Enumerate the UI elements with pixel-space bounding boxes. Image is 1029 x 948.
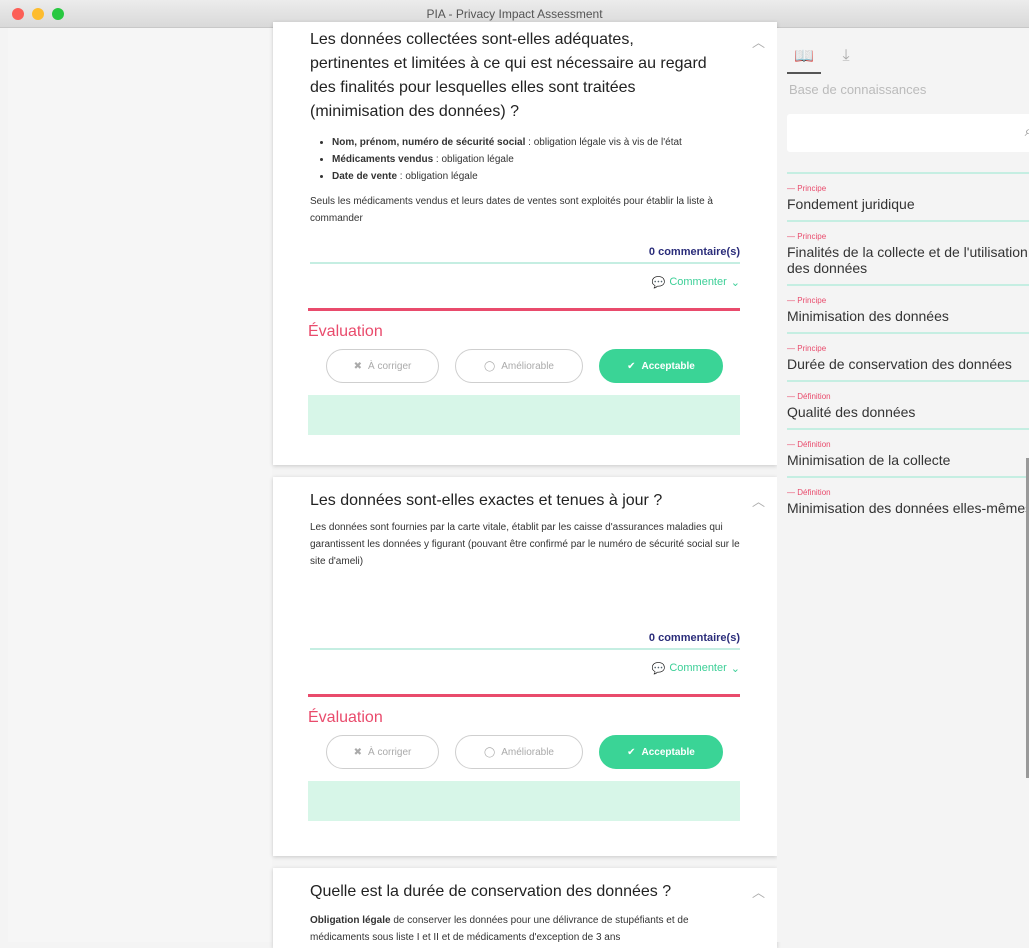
- answer-paragraph: Les données sont fournies par la carte v…: [310, 522, 740, 567]
- chevron-down-icon: ⌄: [730, 662, 740, 675]
- comments-count-link[interactable]: 0 commentaire(s): [310, 243, 740, 262]
- kb-item[interactable]: Principe Durée de conservation des donné…: [787, 332, 1029, 380]
- knowledge-base-title: Base de connaissances: [789, 82, 927, 97]
- question-card: ︿ Quelle est la durée de conservation de…: [273, 868, 777, 948]
- answer-text: Obligation légale de conserver les donné…: [310, 915, 689, 943]
- kb-item-name: Qualité des données: [787, 404, 916, 420]
- check-icon: ✔: [627, 360, 636, 372]
- chevron-up-icon[interactable]: ︿: [752, 882, 765, 901]
- search-icon[interactable]: ⌕: [1025, 123, 1029, 140]
- kb-item-name: Minimisation des données elles-mêmes: [787, 500, 1029, 516]
- answer-text: Nom, prénom, numéro de sécurité social :…: [310, 134, 740, 227]
- refresh-icon: ◯: [483, 360, 496, 372]
- kb-item[interactable]: Définition Qualité des données: [787, 380, 1029, 428]
- knowledge-base-list: Principe Fondement juridique Principe Fi…: [787, 172, 1029, 524]
- answer-bullet: Nom, prénom, numéro de sécurité social :…: [332, 134, 740, 151]
- to-correct-button[interactable]: ✖ À corriger: [326, 349, 439, 383]
- question-title: Les données sont-elles exactes et tenues…: [310, 492, 663, 509]
- kb-item-category: Principe: [787, 296, 1029, 305]
- evaluation-separator: [308, 694, 740, 697]
- comment-button[interactable]: 💬 Commenter ⌄: [652, 662, 740, 675]
- kb-item-category: Principe: [787, 344, 1029, 353]
- comments-count-link[interactable]: 0 commentaire(s): [310, 629, 740, 648]
- kb-item-name: Fondement juridique: [787, 196, 915, 212]
- answer-paragraph: Seuls les médicaments vendus et leurs da…: [310, 196, 713, 224]
- kb-item-name: Finalités de la collecte et de l'utilisa…: [787, 244, 1028, 276]
- evaluation-comment-box[interactable]: [308, 781, 740, 821]
- download-icon[interactable]: ⤓: [829, 40, 863, 72]
- kb-item-name: Minimisation des données: [787, 308, 949, 324]
- answer-bullet: Médicaments vendus : obligation légale: [332, 151, 740, 168]
- chevron-up-icon[interactable]: ︿: [752, 32, 765, 51]
- improvable-button[interactable]: ◯ Améliorable: [455, 735, 583, 769]
- kb-item[interactable]: Définition Minimisation de la collecte: [787, 428, 1029, 476]
- question-card: ︿ Les données sont-elles exactes et tenu…: [273, 477, 777, 856]
- evaluation-title: Évaluation: [308, 709, 383, 726]
- chevron-down-icon: ⌄: [730, 276, 740, 289]
- evaluation-comment-box[interactable]: [308, 395, 740, 435]
- left-pane: [8, 28, 272, 942]
- chevron-up-icon[interactable]: ︿: [752, 491, 765, 510]
- kb-item-category: Définition: [787, 392, 1029, 401]
- kb-item[interactable]: Définition Minimisation des données elle…: [787, 476, 1029, 524]
- acceptable-button[interactable]: ✔ Acceptable: [599, 349, 723, 383]
- search-input[interactable]: ⌕: [787, 114, 1029, 152]
- question-title: Les données collectées sont-elles adéqua…: [310, 31, 707, 120]
- kb-item-category: Principe: [787, 184, 1029, 193]
- cross-icon: ✖: [353, 360, 363, 372]
- check-icon: ✔: [627, 746, 636, 758]
- knowledge-base-panel: 📖 ⤓ Base de connaissances ⌕ Principe Fon…: [777, 28, 1029, 942]
- evaluation-title: Évaluation: [308, 323, 383, 340]
- improvable-button[interactable]: ◯ Améliorable: [455, 349, 583, 383]
- evaluation-separator: [308, 308, 740, 311]
- comment-icon: 💬: [651, 662, 666, 675]
- refresh-icon: ◯: [483, 746, 496, 758]
- kb-item-name: Minimisation de la collecte: [787, 452, 951, 468]
- comment-icon: 💬: [651, 276, 666, 289]
- kb-item-name: Durée de conservation des données: [787, 356, 1012, 372]
- kb-item-category: Principe: [787, 232, 1029, 241]
- to-correct-button[interactable]: ✖ À corriger: [326, 735, 439, 769]
- question-title: Quelle est la durée de conservation des …: [310, 883, 672, 900]
- window-title: PIA - Privacy Impact Assessment: [426, 7, 603, 21]
- kb-item-category: Définition: [787, 440, 1029, 449]
- kb-item[interactable]: Principe Finalités de la collecte et de …: [787, 220, 1029, 284]
- acceptable-button[interactable]: ✔ Acceptable: [599, 735, 723, 769]
- answer-bullet: Date de vente : obligation légale: [332, 168, 740, 185]
- kb-item[interactable]: Principe Minimisation des données: [787, 284, 1029, 332]
- question-card: ︿ Les données collectées sont-elles adéq…: [273, 22, 777, 465]
- cross-icon: ✖: [353, 746, 363, 758]
- kb-item-category: Définition: [787, 488, 1029, 497]
- answer-text: Les données sont fournies par la carte v…: [310, 519, 740, 629]
- book-icon[interactable]: 📖: [787, 40, 821, 74]
- kb-item[interactable]: Principe Fondement juridique: [787, 172, 1029, 220]
- comment-button[interactable]: 💬 Commenter ⌄: [652, 276, 740, 289]
